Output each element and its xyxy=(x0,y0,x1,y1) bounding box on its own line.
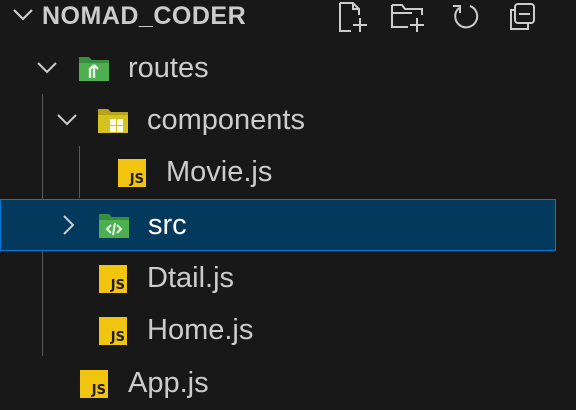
folder-routes-icon xyxy=(79,57,109,81)
tree-item-src[interactable]: src xyxy=(0,199,556,251)
tree-item-label: src xyxy=(148,209,187,241)
js-badge-text: JS xyxy=(129,172,144,187)
tree-item-components[interactable]: components xyxy=(0,94,556,146)
js-badge-text: JS xyxy=(110,278,125,293)
new-folder-icon xyxy=(391,4,424,32)
js-file-icon: JS xyxy=(80,370,108,398)
js-badge-text: JS xyxy=(91,383,106,398)
js-file-icon: JS xyxy=(99,265,127,293)
tree-item-label: Home.js xyxy=(147,314,254,346)
tree-item-label: Dtail.js xyxy=(147,262,235,294)
collapse-all-button[interactable] xyxy=(504,0,540,34)
folder-src-icon xyxy=(99,214,129,238)
tree-item-dtail-js[interactable]: JS Dtail.js xyxy=(0,252,556,304)
js-file-icon: JS xyxy=(99,317,127,345)
tree-item-label: routes xyxy=(128,52,209,84)
folder-components-icon xyxy=(98,109,128,133)
chevron-down-icon[interactable] xyxy=(34,55,60,81)
file-explorer: NOMAD_CODER routes components JS Movie.j… xyxy=(0,0,576,410)
workspace-title: NOMAD_CODER xyxy=(42,2,247,30)
tree-item-routes[interactable]: routes xyxy=(0,42,556,94)
chevron-down-icon[interactable] xyxy=(10,2,36,28)
chevron-right-icon[interactable] xyxy=(55,212,81,238)
tree-item-label: App.js xyxy=(128,367,209,399)
js-file-icon: JS xyxy=(118,159,146,187)
refresh-icon xyxy=(453,5,479,29)
collapse-all-icon xyxy=(510,3,535,30)
tree-item-app-js[interactable]: JS App.js xyxy=(0,357,556,409)
tree-item-movie-js[interactable]: JS Movie.js xyxy=(0,146,556,198)
js-badge-text: JS xyxy=(110,330,125,345)
new-file-icon xyxy=(339,2,367,32)
chevron-down-icon[interactable] xyxy=(54,107,80,133)
tree-item-label: Movie.js xyxy=(166,156,273,188)
new-file-button[interactable] xyxy=(334,0,370,34)
refresh-button[interactable] xyxy=(448,0,484,34)
new-folder-button[interactable] xyxy=(390,0,426,34)
tree-item-home-js[interactable]: JS Home.js xyxy=(0,304,556,356)
tree-item-label: components xyxy=(147,104,305,136)
explorer-header[interactable]: NOMAD_CODER xyxy=(0,0,576,36)
